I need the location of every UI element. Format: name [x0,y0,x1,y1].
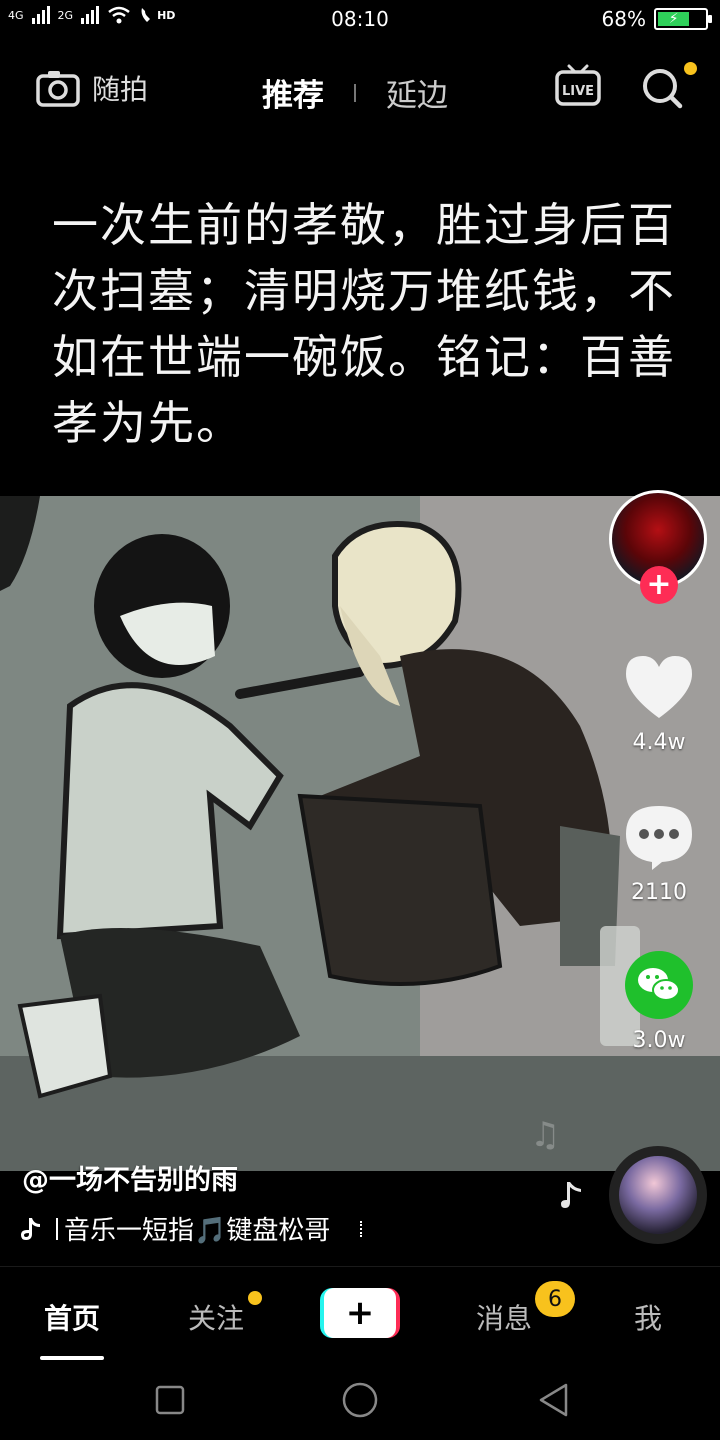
comment-button[interactable]: 2110 [616,802,702,905]
status-right: 68% ⚡ [601,7,712,31]
camera-button[interactable]: 随拍 [36,68,148,108]
battery-icon: ⚡ [654,8,712,30]
plus-icon: + [324,1288,396,1338]
status-bar: 4G 2G HD 08:10 68% ⚡ [0,0,720,40]
video-frame[interactable]: ♫ [0,496,720,1171]
tab-recommend[interactable]: 推荐 [262,70,324,115]
comment-icon [626,806,692,870]
share-button[interactable]: 3.0w [616,950,702,1053]
follow-plus-button[interactable]: + [640,566,678,604]
tab-me[interactable]: 我 [634,1297,662,1337]
heart-icon [626,656,692,718]
search-notification-dot [684,62,697,75]
live-icon[interactable]: LIVE [555,64,601,108]
wechat-share-icon [625,951,693,1019]
follow-notification-dot [248,1291,262,1305]
comment-count: 2110 [631,880,687,905]
recents-icon[interactable] [154,1384,186,1416]
system-navigation-bar [0,1360,720,1440]
music-disc[interactable] [609,1146,707,1244]
back-icon[interactable] [536,1382,572,1418]
like-count: 4.4w [632,730,686,755]
svg-text:♫: ♫ [530,1115,560,1155]
video-caption-text: 一次生前的孝敬，胜过身后百次扫墓；清明烧万堆纸钱，不如在世端一碗饭。铭记：百善孝… [52,198,676,450]
tab-local[interactable]: 延边 [386,70,448,115]
messages-badge: 6 [535,1281,575,1317]
music-note-icon [561,1182,581,1208]
battery-fill: ⚡ [658,11,690,27]
music-row[interactable]: 音乐一短指🎵键盘松哥 [20,1210,363,1247]
tiktok-note-icon [21,1217,40,1240]
tab-messages[interactable]: 消息 [476,1297,532,1337]
create-button[interactable]: + [320,1288,400,1338]
camera-label: 随拍 [92,73,149,106]
home-icon[interactable] [340,1380,380,1420]
charging-bolt-icon: ⚡ [668,11,679,27]
tab-follow[interactable]: 关注 [188,1297,244,1337]
live-label: LIVE [562,84,594,99]
camera-icon [36,71,80,107]
author-name[interactable]: @一场不告别的雨 [22,1158,238,1197]
share-count: 3.0w [632,1028,686,1053]
tab-divider [354,83,356,102]
top-nav: 随拍 推荐 延边 LIVE [0,60,720,120]
search-icon[interactable] [640,66,684,110]
bottom-tabbar: 首页 关注 + 消息 6 我 [0,1266,720,1360]
feed-tabs: 推荐 延边 [262,70,448,115]
music-ticker-end [360,1220,363,1237]
music-ticker-bar [56,1217,58,1240]
video-illustration: ♫ [0,496,720,1171]
like-button[interactable]: 4.4w [616,652,702,755]
tab-home[interactable]: 首页 [44,1297,100,1337]
music-title: 音乐一短指🎵键盘松哥 [64,1216,331,1246]
battery-percent: 68% [601,7,646,31]
